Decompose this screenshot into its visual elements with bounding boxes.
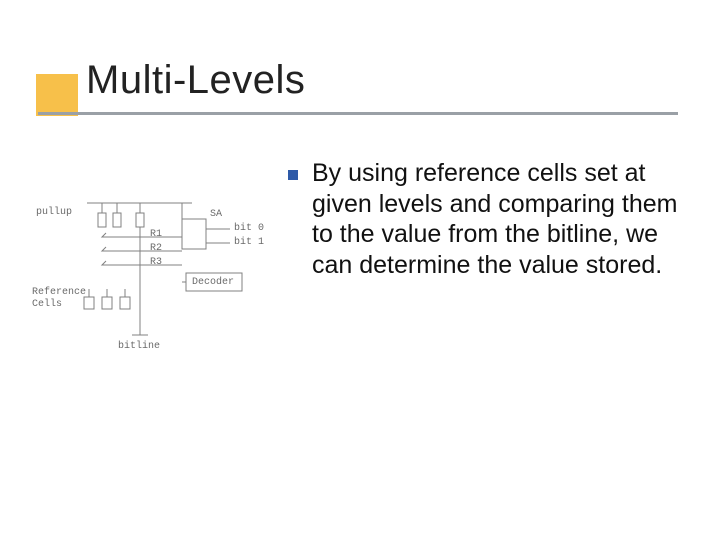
slide-title: Multi-Levels	[86, 58, 305, 103]
label-refcells-1: Reference	[32, 287, 86, 298]
bullet-row: By using reference cells set at given le…	[288, 158, 693, 280]
label-sa: SA	[210, 209, 222, 220]
circuit-diagram: pullup R1 R2 R3 SA bit 0 bit 1 Decoder R…	[32, 185, 277, 395]
label-decoder: Decoder	[192, 277, 234, 288]
title-underline	[38, 112, 678, 115]
label-refcells-2: Cells	[32, 299, 62, 310]
title-accent-square	[36, 74, 78, 116]
square-bullet-icon	[288, 170, 298, 180]
label-r3: R3	[150, 257, 162, 268]
label-bitline: bitline	[118, 341, 160, 352]
slide: Multi-Levels By using reference cells se…	[0, 0, 720, 540]
label-bit1: bit 1	[234, 237, 264, 248]
bullet-text: By using reference cells set at given le…	[312, 158, 693, 280]
label-bit0: bit 0	[234, 223, 264, 234]
label-pullup: pullup	[36, 207, 72, 218]
label-r2: R2	[150, 243, 162, 254]
title-area: Multi-Levels	[0, 58, 720, 122]
label-r1: R1	[150, 229, 162, 240]
